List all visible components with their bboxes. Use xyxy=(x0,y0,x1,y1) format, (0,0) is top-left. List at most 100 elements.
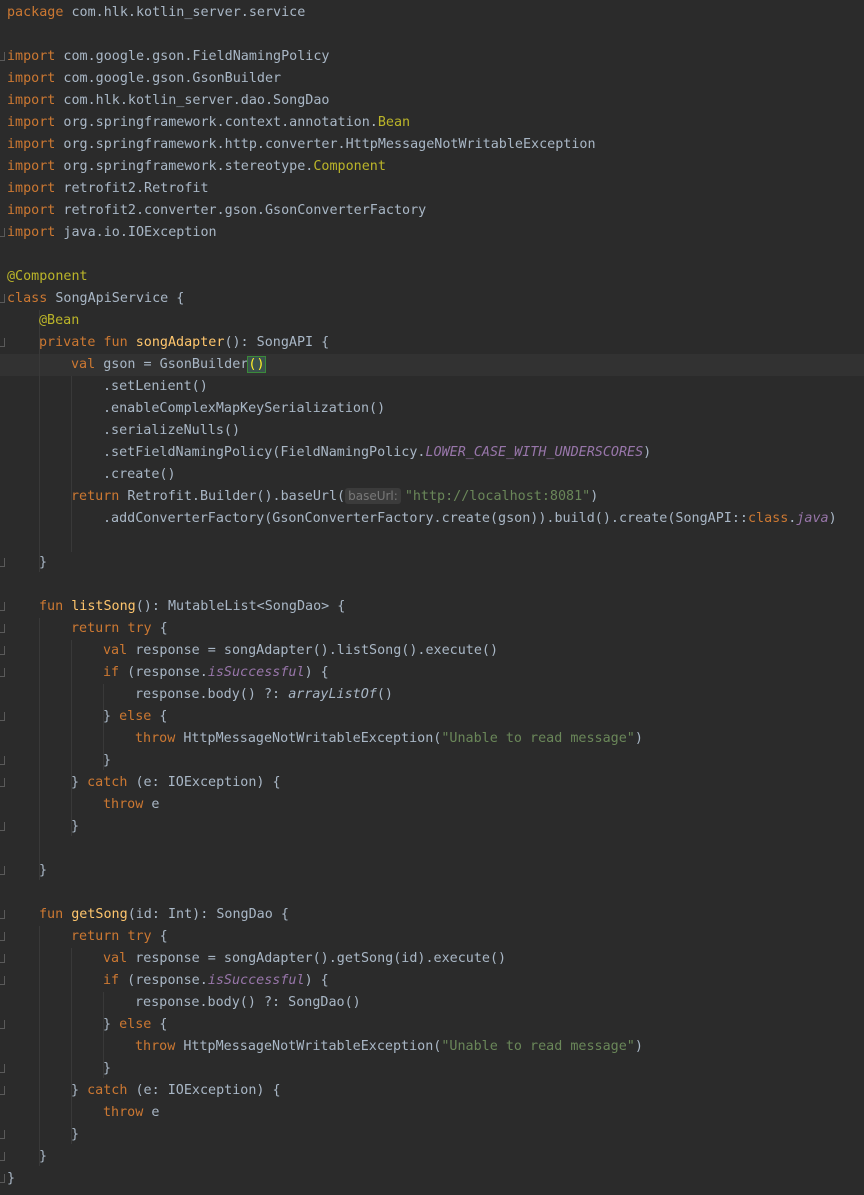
close-brace: } xyxy=(103,1061,112,1076)
code-line[interactable]: class SongApiService { xyxy=(7,288,184,310)
fold-marker-icon[interactable] xyxy=(0,646,5,655)
fold-marker-icon[interactable] xyxy=(0,1130,5,1139)
close-brace: } xyxy=(103,753,112,768)
code-line[interactable]: throw HttpMessageNotWritableException("U… xyxy=(135,728,643,750)
fold-marker-icon[interactable] xyxy=(0,602,5,611)
code-line[interactable]: .create() xyxy=(103,464,176,486)
fold-marker-icon[interactable] xyxy=(0,1086,5,1095)
code-line[interactable]: } xyxy=(71,816,79,838)
code-text: { xyxy=(151,1017,168,1032)
fold-marker-icon[interactable] xyxy=(0,756,5,765)
code-line[interactable]: import org.springframework.http.converte… xyxy=(7,134,596,156)
code-line[interactable]: package com.hlk.kotlin_server.service xyxy=(7,2,305,24)
import-path: org.springframework.http.converter.HttpM… xyxy=(55,137,596,152)
keyword: import xyxy=(7,137,56,152)
code-line[interactable]: response.body() ?: SongDao() xyxy=(135,992,361,1014)
code-line[interactable]: return try { xyxy=(71,618,168,640)
fold-marker-icon[interactable] xyxy=(0,228,5,237)
code-editor[interactable]: package com.hlk.kotlin_server.service im… xyxy=(0,0,864,1195)
code-line[interactable]: val response = songAdapter().getSong(id)… xyxy=(103,948,506,970)
fold-marker-icon[interactable] xyxy=(0,1152,5,1161)
code-line[interactable]: private fun songAdapter(): SongAPI { xyxy=(39,332,329,354)
keyword: throw xyxy=(135,731,176,746)
code-line[interactable]: .setLenient() xyxy=(103,376,208,398)
annotation-ref: Component xyxy=(313,159,386,174)
code-line[interactable]: .setFieldNamingPolicy(FieldNamingPolicy.… xyxy=(103,442,651,464)
code-line[interactable]: if (response.isSuccessful) { xyxy=(103,970,329,992)
keyword: return xyxy=(71,621,120,636)
code-line[interactable]: } xyxy=(7,1168,15,1190)
fold-marker-icon[interactable] xyxy=(0,1174,5,1183)
code-line[interactable]: return Retrofit.Builder().baseUrl(baseUr… xyxy=(71,486,598,508)
code-line[interactable]: } else { xyxy=(103,1014,168,1036)
code-line[interactable]: } xyxy=(103,750,111,772)
annotation: @Component xyxy=(7,269,88,284)
keyword: import xyxy=(7,93,56,108)
code-line[interactable]: .addConverterFactory(GsonConverterFactor… xyxy=(103,508,837,530)
code-line[interactable]: .enableComplexMapKeySerialization() xyxy=(103,398,385,420)
code-line[interactable]: } xyxy=(39,860,47,882)
code-line[interactable]: import java.io.IOException xyxy=(7,222,217,244)
code-text: ) xyxy=(590,489,599,504)
keyword: return xyxy=(71,929,120,944)
code-text: ) { xyxy=(304,665,329,680)
code-line[interactable]: return try { xyxy=(71,926,168,948)
code-line[interactable]: response.body() ?: arrayListOf() xyxy=(135,684,393,706)
code-line[interactable]: throw e xyxy=(103,1102,159,1124)
close-brace: } xyxy=(39,555,48,570)
fold-marker-icon[interactable] xyxy=(0,338,5,347)
code-line[interactable]: if (response.isSuccessful) { xyxy=(103,662,329,684)
fold-marker-icon[interactable] xyxy=(0,778,5,787)
code-line[interactable]: val gson = GsonBuilder() xyxy=(71,354,266,376)
code-line[interactable]: throw e xyxy=(103,794,159,816)
code-line[interactable]: val response = songAdapter().listSong().… xyxy=(103,640,498,662)
code-line[interactable]: import retrofit2.converter.gson.GsonConv… xyxy=(7,200,426,222)
code-line[interactable]: import retrofit2.Retrofit xyxy=(7,178,209,200)
code-line[interactable]: import org.springframework.stereotype.Co… xyxy=(7,156,386,178)
fold-marker-icon[interactable] xyxy=(0,1064,5,1073)
fold-marker-icon[interactable] xyxy=(0,624,5,633)
code-line[interactable]: fun listSong(): MutableList<SongDao> { xyxy=(39,596,345,618)
code-line[interactable]: import com.google.gson.GsonBuilder xyxy=(7,68,281,90)
function-signature: (): MutableList<SongDao> { xyxy=(135,599,346,614)
function-name: getSong xyxy=(71,907,128,922)
parameter-hint: baseUrl: xyxy=(345,488,401,504)
keyword: import xyxy=(7,203,56,218)
code-line[interactable]: import com.google.gson.FieldNamingPolicy xyxy=(7,46,329,68)
code-text: (response. xyxy=(119,665,208,680)
code-text: HttpMessageNotWritableException( xyxy=(175,1039,442,1054)
close-brace: } xyxy=(71,819,80,834)
code-line[interactable]: .serializeNulls() xyxy=(103,420,240,442)
fold-marker-icon[interactable] xyxy=(0,1020,5,1029)
fold-marker-icon[interactable] xyxy=(0,294,5,303)
fold-marker-icon[interactable] xyxy=(0,866,5,875)
fold-marker-icon[interactable] xyxy=(0,954,5,963)
fold-marker-icon[interactable] xyxy=(0,822,5,831)
fold-marker-icon[interactable] xyxy=(0,712,5,721)
fold-marker-icon[interactable] xyxy=(0,668,5,677)
code-line[interactable]: @Bean xyxy=(39,310,79,332)
code-line[interactable]: } else { xyxy=(103,706,168,728)
fold-marker-icon[interactable] xyxy=(0,932,5,941)
code-line[interactable]: @Component xyxy=(7,266,88,288)
code-text: (e: IOException) { xyxy=(127,775,281,790)
fold-marker-icon[interactable] xyxy=(0,976,5,985)
code-line[interactable]: } catch (e: IOException) { xyxy=(71,1080,281,1102)
code-line[interactable]: import org.springframework.context.annot… xyxy=(7,112,410,134)
code-line[interactable]: } catch (e: IOException) { xyxy=(71,772,281,794)
fold-marker-icon[interactable] xyxy=(0,910,5,919)
code-line[interactable]: import com.hlk.kotlin_server.dao.SongDao xyxy=(7,90,329,112)
keyword: return xyxy=(71,489,120,504)
code-line[interactable]: } xyxy=(71,1124,79,1146)
indent-guide xyxy=(39,926,40,1166)
keyword: try xyxy=(127,621,152,636)
code-line[interactable]: } xyxy=(39,1146,47,1168)
code-line[interactable]: } xyxy=(103,1058,111,1080)
code-line[interactable]: fun getSong(id: Int): SongDao { xyxy=(39,904,289,926)
property: isSuccessful xyxy=(207,665,305,680)
fold-marker-icon[interactable] xyxy=(0,52,5,61)
code-line[interactable]: } xyxy=(39,552,47,574)
code-line[interactable]: throw HttpMessageNotWritableException("U… xyxy=(135,1036,643,1058)
fold-marker-icon[interactable] xyxy=(0,558,5,567)
keyword: try xyxy=(127,929,152,944)
